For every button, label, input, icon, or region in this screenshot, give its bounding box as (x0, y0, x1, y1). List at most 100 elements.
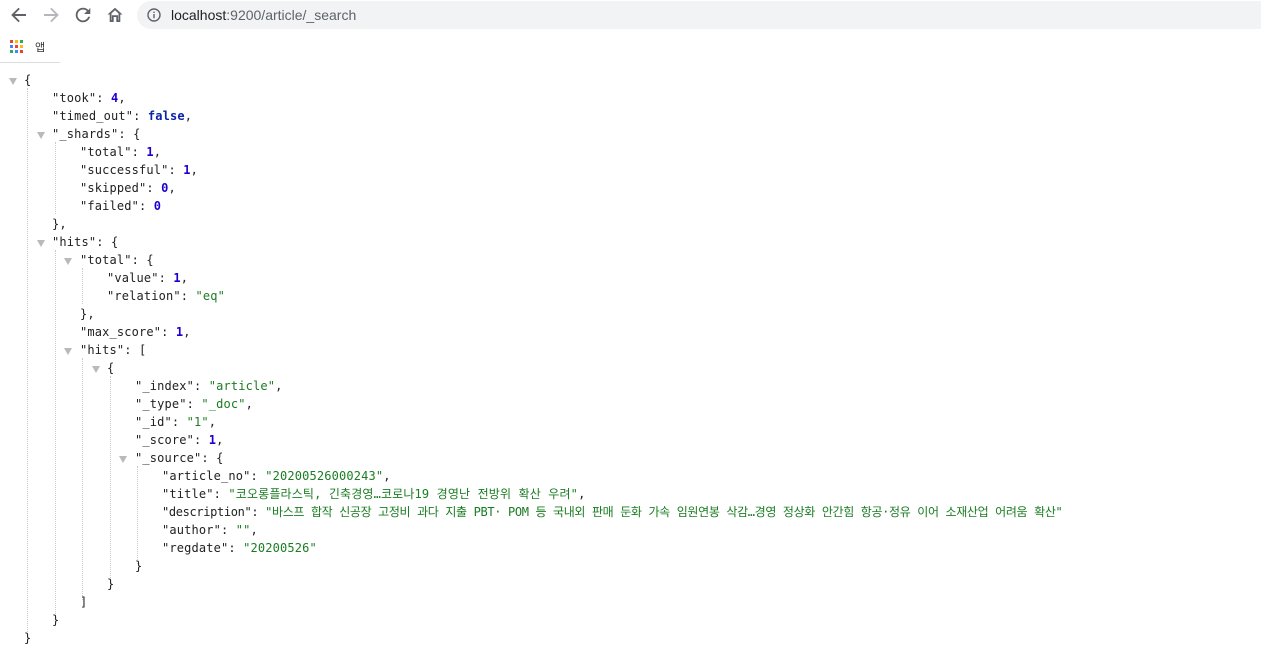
json-key: "max_score" (80, 325, 162, 339)
json-string: "eq" (195, 289, 225, 303)
collapse-triangle-icon[interactable] (64, 348, 72, 355)
json-number: 1 (173, 271, 181, 285)
indent-guide (82, 268, 83, 304)
json-key: "_shards" (52, 127, 119, 141)
json-key: "timed_out" (52, 109, 134, 123)
url-text[interactable]: localhost:9200/article/_search (171, 7, 356, 23)
arrow-left-icon (11, 7, 26, 23)
indent-guide (27, 88, 28, 632)
collapse-triangle-icon[interactable] (119, 456, 127, 463)
json-number: 1 (146, 145, 154, 159)
json-number: 0 (153, 199, 162, 213)
json-line: "article_no": "20200526000243", (162, 469, 391, 483)
json-line: "failed": 0 (80, 199, 162, 213)
json-line: "skipped": 0, (80, 181, 176, 195)
json-line: "value": 1, (107, 271, 189, 285)
json-line: "max_score": 1, (80, 325, 191, 339)
json-key: "value" (107, 271, 159, 285)
json-line: "total": { (80, 253, 154, 267)
json-line: "hits": [ (80, 343, 147, 357)
json-line: }, (80, 307, 95, 321)
json-line: { (24, 73, 32, 87)
json-boolean: false (147, 109, 185, 123)
reload-button[interactable] (72, 4, 94, 26)
json-line: "author": "", (162, 523, 258, 537)
json-string: "코오롱플라스틱, 긴축경영…코로나19 경영난 전방위 확산 우려" (228, 487, 579, 501)
json-key: "regdate" (162, 541, 229, 555)
json-key: "failed" (80, 199, 139, 213)
url-path: :9200/article/_search (226, 7, 357, 23)
json-key: "successful" (80, 163, 169, 177)
forward-button[interactable] (40, 4, 62, 26)
json-line: "hits": { (52, 235, 119, 249)
json-line: "successful": 1, (80, 163, 198, 177)
json-string: "20200526" (243, 541, 317, 555)
json-key: "article_no" (162, 469, 251, 483)
json-line: } (52, 613, 60, 627)
bookmarks-bar: 앱 (0, 31, 1261, 62)
collapse-triangle-icon[interactable] (9, 78, 17, 85)
json-line: } (24, 631, 32, 645)
json-string: "_doc" (201, 397, 246, 411)
collapse-triangle-icon[interactable] (64, 258, 72, 265)
json-key: "hits" (80, 343, 125, 357)
collapse-triangle-icon[interactable] (92, 366, 100, 373)
back-button[interactable] (8, 4, 30, 26)
collapse-triangle-icon[interactable] (37, 240, 45, 247)
json-line: "_index": "article", (135, 379, 283, 393)
json-number: 0 (161, 181, 169, 195)
json-number: 1 (183, 163, 191, 177)
json-line: "relation": "eq" (107, 289, 225, 303)
json-string: "20200526000243" (265, 469, 384, 483)
json-key: "_score" (135, 433, 194, 447)
json-line: "description": "바스프 합작 신공장 고정비 과다 지출 PBT… (162, 505, 1063, 519)
json-string: "1" (186, 415, 209, 429)
json-string: "article" (208, 379, 276, 393)
json-string: "" (235, 523, 251, 537)
browser-toolbar: localhost:9200/article/_search (0, 0, 1261, 31)
json-line: "_id": "1", (135, 415, 217, 429)
json-line: "took": 4, (52, 91, 126, 105)
address-bar[interactable]: localhost:9200/article/_search (137, 1, 1261, 29)
json-line: "title": "코오롱플라스틱, 긴축경영…코로나19 경영난 전방위 확산… (162, 487, 586, 501)
json-line: } (135, 559, 143, 573)
json-line: { (107, 361, 115, 375)
collapse-triangle-icon[interactable] (37, 132, 45, 139)
indent-guide (137, 466, 138, 564)
json-key: "_index" (135, 379, 194, 393)
reload-icon (75, 7, 91, 23)
json-key: "relation" (107, 289, 181, 303)
json-key: "_id" (135, 415, 172, 429)
indent-guide (82, 358, 83, 600)
json-line: "_shards": { (52, 127, 141, 141)
json-key: "author" (162, 523, 221, 537)
json-key: "hits" (52, 235, 97, 249)
json-key: "title" (162, 487, 214, 501)
indent-guide (55, 142, 56, 214)
json-key: "_source" (135, 451, 202, 465)
apps-grid-icon (10, 40, 24, 54)
json-line: } (107, 577, 115, 591)
json-viewer: { "took": 4, "timed_out": false, "_shard… (0, 63, 1261, 661)
url-host: localhost (171, 7, 227, 23)
json-string: "바스프 합작 신공장 고정비 과다 지출 PBT· POM 등 국내외 판매 … (265, 505, 1063, 519)
json-key: "total" (80, 145, 132, 159)
json-key: "total" (80, 253, 132, 267)
json-line: "regdate": "20200526" (162, 541, 317, 555)
home-button[interactable] (104, 4, 126, 26)
json-line: "_source": { (135, 451, 224, 465)
json-line: "_type": "_doc", (135, 397, 253, 411)
home-icon (107, 7, 123, 22)
apps-label: 앱 (35, 41, 46, 54)
indent-guide (110, 376, 111, 584)
json-key: "_type" (135, 397, 187, 411)
json-line: }, (52, 217, 67, 231)
info-icon[interactable] (147, 8, 161, 22)
apps-bookmark[interactable]: 앱 (10, 39, 45, 55)
json-line: ] (80, 595, 88, 609)
json-line: "timed_out": false, (52, 109, 193, 123)
indent-guide (55, 250, 56, 620)
json-line: "total": 1, (80, 145, 162, 159)
json-line: "_score": 1, (135, 433, 224, 447)
arrow-right-icon (44, 7, 59, 23)
